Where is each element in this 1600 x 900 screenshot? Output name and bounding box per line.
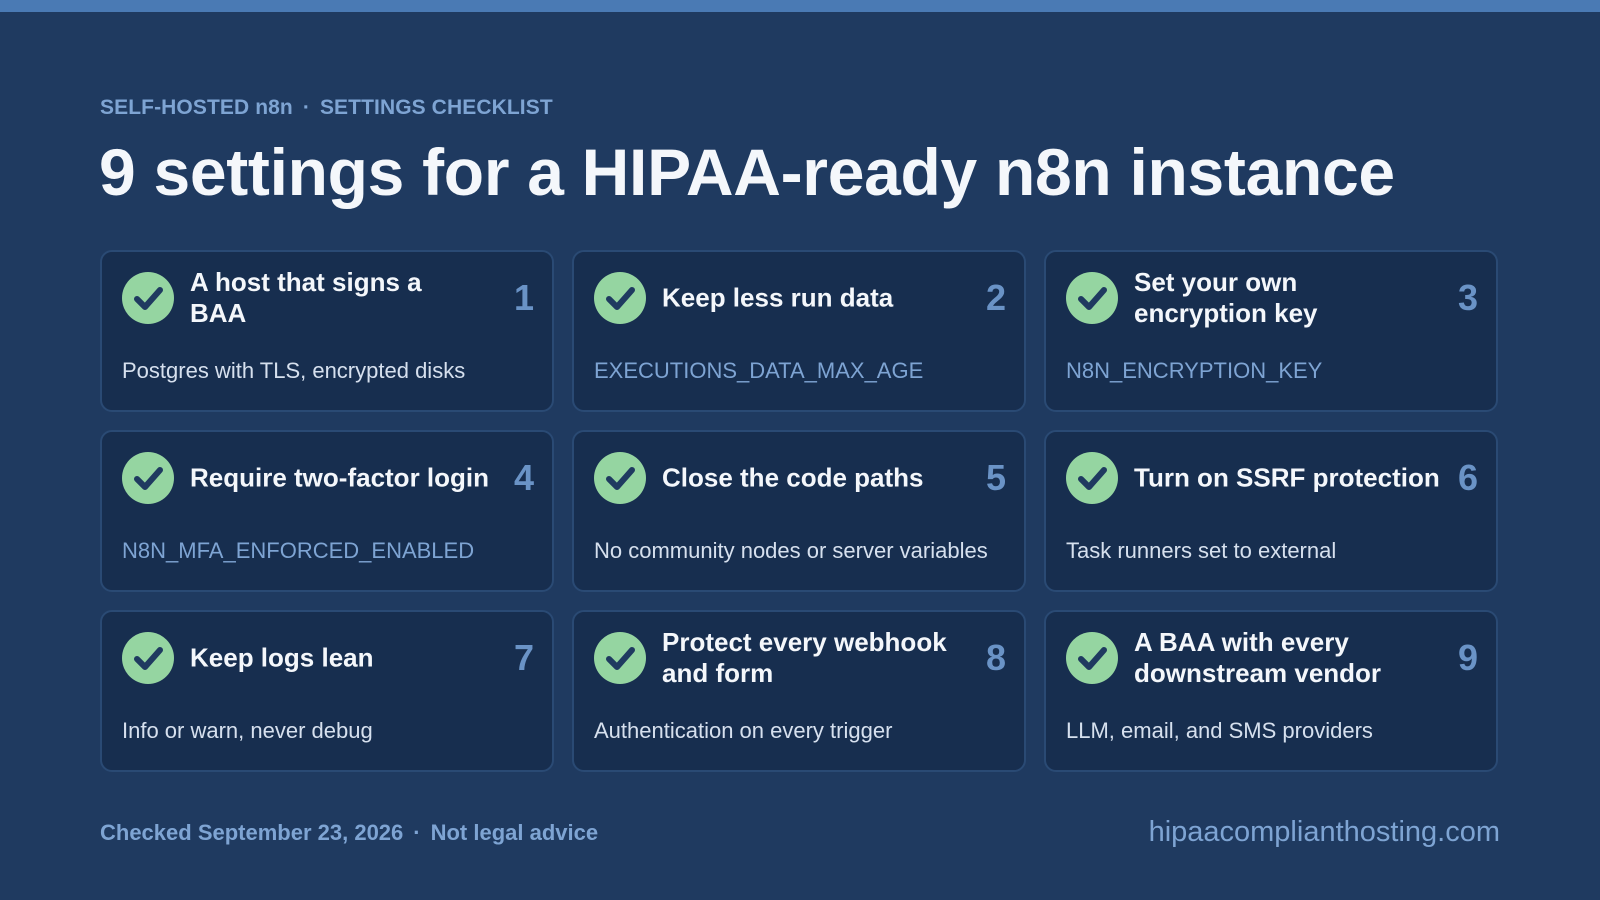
setting-number: 2 — [985, 277, 1006, 318]
setting-title: Keep logs lean — [190, 642, 374, 673]
eyebrow-section: SETTINGS CHECKLIST — [319, 96, 553, 119]
setting-title: Turn on SSRF protection — [1134, 462, 1440, 493]
site-url: hipaacomplianthosting.com — [1148, 816, 1500, 848]
setting-env-variable: EXECUTIONS_DATA_MAX_AGE — [594, 358, 924, 383]
setting-detail: No community nodes or server variables — [594, 538, 988, 563]
setting-title: Protect every webhook and form — [662, 627, 947, 688]
setting-card-6: Turn on SSRF protection 6 Task runners s… — [1044, 430, 1498, 592]
page-title: 9 settings for a HIPAA-ready n8n instanc… — [99, 135, 1395, 209]
setting-detail: LLM, email, and SMS providers — [1066, 718, 1373, 743]
check-circle-icon — [594, 272, 646, 324]
setting-title: Set your own encryption key — [1134, 267, 1318, 328]
setting-number: 3 — [1457, 277, 1478, 318]
checked-date: Checked September 23, 2026 — [100, 820, 404, 845]
setting-detail: Task runners set to external — [1066, 538, 1337, 563]
eyebrow-category: SELF-HOSTED n8n — [100, 96, 293, 119]
setting-card-3: Set your own encryption key 3 N8N_ENCRYP… — [1044, 250, 1498, 412]
settings-grid: A host that signs a BAA 1 Postgres with … — [100, 250, 1500, 772]
setting-title: Close the code paths — [662, 462, 924, 493]
setting-title: Require two-factor login — [190, 462, 489, 493]
check-circle-icon — [1066, 272, 1118, 324]
check-circle-icon — [122, 452, 174, 504]
top-accent-bar — [0, 0, 1600, 12]
footer-separator: · — [413, 820, 421, 845]
check-circle-icon — [122, 272, 174, 324]
setting-card-5: Close the code paths 5 No community node… — [572, 430, 1026, 592]
setting-detail: Info or warn, never debug — [122, 718, 373, 743]
eyebrow-separator: · — [302, 96, 310, 119]
setting-card-4: Require two-factor login 4 N8N_MFA_ENFOR… — [100, 430, 554, 592]
disclaimer: Not legal advice — [430, 820, 599, 845]
setting-number: 1 — [513, 277, 534, 318]
setting-card-7: Keep logs lean 7 Info or warn, never deb… — [100, 610, 554, 772]
setting-card-2: Keep less run data 2 EXECUTIONS_DATA_MAX… — [572, 250, 1026, 412]
setting-card-1: A host that signs a BAA 1 Postgres with … — [100, 250, 554, 412]
setting-detail: Postgres with TLS, encrypted disks — [122, 358, 466, 383]
check-circle-icon — [594, 632, 646, 684]
setting-title: Keep less run data — [662, 282, 894, 313]
eyebrow: SELF-HOSTED n8n · SETTINGS CHECKLIST — [100, 96, 553, 120]
setting-env-variable: N8N_ENCRYPTION_KEY — [1066, 358, 1323, 383]
setting-detail: Authentication on every trigger — [594, 718, 893, 743]
setting-number: 5 — [985, 457, 1006, 498]
setting-number: 9 — [1457, 637, 1478, 678]
check-circle-icon — [594, 452, 646, 504]
setting-number: 4 — [513, 457, 534, 498]
setting-card-9: A BAA with every downstream vendor 9 LLM… — [1044, 610, 1498, 772]
setting-title: A host that signs a BAA — [190, 267, 422, 328]
check-circle-icon — [1066, 632, 1118, 684]
setting-number: 8 — [985, 637, 1006, 678]
check-circle-icon — [122, 632, 174, 684]
footer-meta: Checked September 23, 2026 · Not legal adv… — [100, 820, 598, 846]
setting-card-8: Protect every webhook and form 8 Authent… — [572, 610, 1026, 772]
setting-number: 6 — [1457, 457, 1478, 498]
check-circle-icon — [1066, 452, 1118, 504]
setting-title: A BAA with every downstream vendor — [1134, 627, 1382, 688]
setting-number: 7 — [513, 637, 534, 678]
setting-env-variable: N8N_MFA_ENFORCED_ENABLED — [122, 538, 475, 563]
